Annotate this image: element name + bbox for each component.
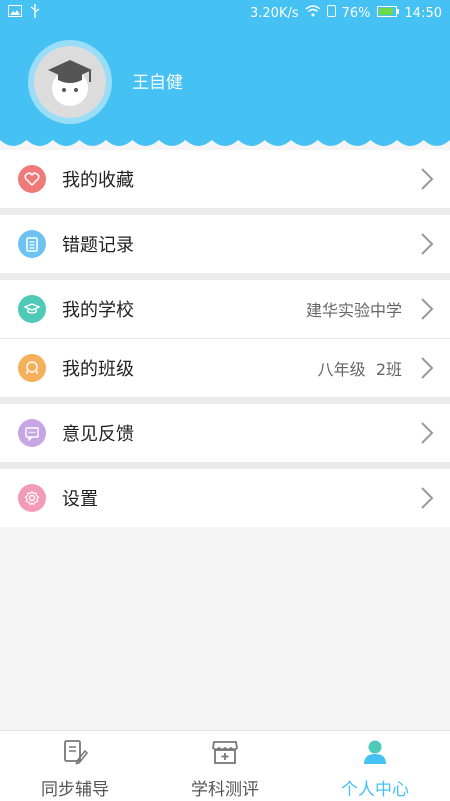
group-icon: [18, 354, 46, 382]
sim-icon: [326, 5, 336, 21]
graduation-cap-icon: [18, 295, 46, 323]
menu-item-class[interactable]: 我的班级 八年级 2班: [0, 339, 450, 397]
heart-icon: [18, 165, 46, 193]
book-edit-icon: [61, 739, 89, 769]
class-name: 八年级 2班: [317, 360, 402, 379]
wave-decoration: [0, 132, 450, 152]
chevron-right-icon: [421, 357, 434, 379]
menu-item-label: 错题记录: [62, 235, 134, 256]
section-gap: [0, 397, 450, 404]
gear-icon: [18, 484, 46, 512]
menu-item-label: 意见反馈: [62, 424, 134, 445]
section-gap: [0, 208, 450, 215]
menu-item-label: 我的收藏: [62, 170, 134, 191]
chevron-right-icon: [421, 233, 434, 255]
chevron-right-icon: [421, 422, 434, 444]
menu-item-settings[interactable]: 设置: [0, 469, 450, 527]
menu-item-label: 我的班级: [62, 359, 134, 380]
avatar[interactable]: [28, 40, 112, 124]
menu-list: 我的收藏 错题记录 我的学校 建华实验中学 我的班级 八年级 2班 意见反馈 设…: [0, 150, 450, 527]
person-icon: [361, 739, 389, 769]
avatar-graduate-icon: [40, 50, 100, 114]
clock: 14:50: [404, 5, 442, 21]
image-icon: [8, 5, 22, 21]
bottom-tab-bar: 同步辅导 学科测评 个人中心: [0, 730, 450, 801]
menu-item-school[interactable]: 我的学校 建华实验中学: [0, 280, 450, 338]
tab-label: 学科测评: [191, 780, 259, 800]
menu-item-feedback[interactable]: 意见反馈: [0, 404, 450, 462]
network-speed: 3.20K/s: [250, 5, 299, 21]
usb-icon: [30, 4, 40, 22]
menu-item-favorites[interactable]: 我的收藏: [0, 150, 450, 208]
menu-item-label: 我的学校: [62, 300, 134, 321]
section-gap: [0, 273, 450, 280]
tab-sync-tutoring[interactable]: 同步辅导: [0, 731, 150, 801]
school-name: 建华实验中学: [305, 301, 402, 320]
tab-label: 个人中心: [341, 780, 409, 800]
tab-label: 同步辅导: [41, 780, 109, 800]
username[interactable]: 王自健: [132, 68, 183, 93]
menu-item-label: 设置: [62, 489, 98, 510]
clipboard-icon: [18, 230, 46, 258]
section-gap: [0, 462, 450, 469]
tab-personal-center[interactable]: 个人中心: [300, 731, 450, 801]
battery-icon: [376, 5, 399, 21]
chevron-right-icon: [421, 487, 434, 509]
wifi-icon: [305, 5, 321, 21]
tab-subject-assessment[interactable]: 学科测评: [150, 731, 300, 801]
battery-percent: 76%: [341, 5, 371, 21]
chat-icon: [18, 419, 46, 447]
status-bar: 3.20K/s 76% 14:50: [0, 0, 450, 26]
chevron-right-icon: [421, 168, 434, 190]
menu-item-wrong-questions[interactable]: 错题记录: [0, 215, 450, 273]
store-icon: [211, 739, 239, 769]
chevron-right-icon: [421, 298, 434, 320]
